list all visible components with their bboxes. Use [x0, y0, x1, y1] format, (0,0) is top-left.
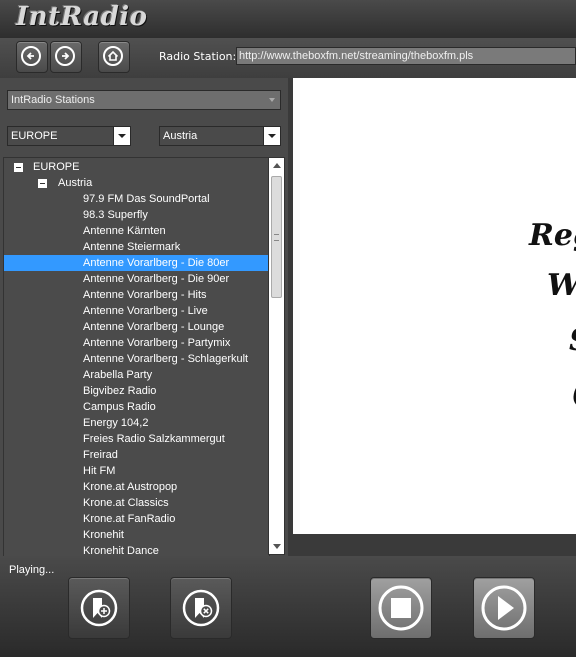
station-item[interactable]: Antenne Steiermark	[4, 239, 269, 255]
forward-button[interactable]	[50, 41, 82, 73]
station-item[interactable]: Antenne Vorarlberg - Lounge	[4, 319, 269, 335]
station-label: Krone.at FanRadio	[83, 513, 176, 525]
back-button[interactable]	[16, 41, 48, 73]
station-item[interactable]: 97.9 FM Das SoundPortal	[4, 191, 269, 207]
home-button[interactable]	[98, 41, 130, 73]
bookmark-add-icon	[80, 589, 118, 627]
title-bar: IntRadio	[0, 0, 576, 38]
station-item[interactable]: Krone.at Classics	[4, 495, 269, 511]
scroll-thumb[interactable]	[271, 176, 282, 298]
play-icon	[481, 585, 527, 631]
station-label: Antenne Vorarlberg - Lounge	[83, 321, 225, 333]
continent-value: EUROPE	[11, 130, 58, 142]
arrow-right-icon	[55, 46, 75, 66]
station-label: Freies Radio Salzkammergut	[83, 433, 225, 445]
stop-icon	[378, 585, 424, 631]
station-item[interactable]: Antenne Vorarlberg - Hits	[4, 287, 269, 303]
station-item[interactable]: Hit FM	[4, 463, 269, 479]
station-item[interactable]: Freies Radio Salzkammergut	[4, 431, 269, 447]
grip-icon	[274, 234, 279, 241]
station-label: Krone.at Classics	[83, 497, 169, 509]
collapse-icon[interactable]	[38, 179, 47, 188]
station-item[interactable]: Antenne Kärnten	[4, 223, 269, 239]
station-item[interactable]: Arabella Party	[4, 367, 269, 383]
toolbar: Radio Station: http://www.theboxfm.net/s…	[0, 38, 576, 78]
playback-status: Playing...	[9, 564, 55, 576]
arrow-left-icon	[21, 46, 41, 66]
tree-scrollbar[interactable]	[268, 157, 285, 555]
home-icon	[103, 46, 123, 66]
preview-text: (	[571, 376, 576, 411]
station-label: Energy 104,2	[83, 417, 149, 429]
station-label: 97.9 FM Das SoundPortal	[83, 193, 210, 205]
station-label: Kronehit Dance	[83, 545, 159, 557]
station-item[interactable]: Krone.at FanRadio	[4, 511, 269, 527]
station-item[interactable]: Antenne Vorarlberg - Schlagerkult	[4, 351, 269, 367]
station-label: Hit FM	[83, 465, 116, 477]
tree-node-continent[interactable]: EUROPE	[4, 159, 269, 175]
player-controls: Playing...	[0, 556, 576, 657]
station-item[interactable]: Antenne Vorarlberg - Die 80er	[4, 255, 269, 271]
station-label: Arabella Party	[83, 369, 153, 381]
station-label: Antenne Vorarlberg - Schlagerkult	[83, 353, 249, 365]
station-label: Antenne Vorarlberg - Die 90er	[83, 273, 230, 285]
station-item[interactable]: Bigvibez Radio	[4, 383, 269, 399]
station-item[interactable]: Krone.at Austropop	[4, 479, 269, 495]
station-label: Antenne Vorarlberg - Partymix	[83, 337, 231, 349]
station-label: Antenne Steiermark	[83, 241, 181, 253]
station-label: Antenne Vorarlberg - Hits	[83, 289, 207, 301]
preview-text: Reg	[529, 218, 576, 253]
chevron-down-icon	[263, 127, 280, 145]
station-url-field[interactable]: http://www.theboxfm.net/streaming/thebox…	[236, 47, 576, 65]
station-item[interactable]: Freirad	[4, 447, 269, 463]
station-label: Antenne Vorarlberg - Die 80er	[83, 257, 230, 269]
play-button[interactable]	[473, 577, 535, 639]
station-item[interactable]: Campus Radio	[4, 399, 269, 415]
tree-node-label: Austria	[58, 177, 93, 189]
station-item[interactable]: Antenne Vorarlberg - Die 90er	[4, 271, 269, 287]
preview-text: S	[569, 323, 576, 358]
country-value: Austria	[163, 130, 198, 142]
add-favorite-button[interactable]	[68, 577, 130, 639]
remove-favorite-button[interactable]	[170, 577, 232, 639]
preview-text: W	[547, 268, 576, 303]
station-item[interactable]: Kronehit	[4, 527, 269, 543]
station-tree: EUROPE Austria 97.9 FM Das SoundPortal 98…	[3, 157, 270, 557]
station-label: Campus Radio	[83, 401, 156, 413]
station-label: Freirad	[83, 449, 118, 461]
station-label: Kronehit	[83, 529, 124, 541]
continent-dropdown[interactable]: EUROPE	[7, 126, 131, 146]
station-source-value: IntRadio Stations	[11, 94, 95, 106]
stop-button[interactable]	[370, 577, 432, 639]
station-label: 98.3 Superfly	[83, 209, 148, 221]
collapse-icon[interactable]	[14, 163, 23, 172]
scroll-down-arrow[interactable]	[273, 544, 281, 549]
station-item[interactable]: Antenne Vorarlberg - Live	[4, 303, 269, 319]
station-label: Bigvibez Radio	[83, 385, 157, 397]
station-source-dropdown[interactable]: IntRadio Stations	[7, 90, 281, 110]
chevron-down-icon	[113, 127, 130, 145]
station-item[interactable]: Energy 104,2	[4, 415, 269, 431]
bookmark-remove-icon	[182, 589, 220, 627]
station-item[interactable]: Antenne Vorarlberg - Partymix	[4, 335, 269, 351]
station-preview-panel: Reg W S (	[293, 78, 576, 534]
tree-node-label: EUROPE	[33, 161, 80, 173]
station-label: Antenne Kärnten	[83, 225, 166, 237]
radio-station-label: Radio Station:	[159, 50, 237, 63]
tree-node-country[interactable]: Austria	[4, 175, 269, 191]
app-logo: IntRadio	[16, 2, 148, 32]
station-item[interactable]: 98.3 Superfly	[4, 207, 269, 223]
country-dropdown[interactable]: Austria	[159, 126, 281, 146]
station-label: Krone.at Austropop	[83, 481, 178, 493]
preview-footer	[293, 534, 576, 556]
scroll-up-arrow[interactable]	[273, 163, 281, 168]
chevron-down-icon	[269, 98, 275, 102]
station-item[interactable]: Kronehit Dance	[4, 543, 269, 557]
station-label: Antenne Vorarlberg - Live	[83, 305, 208, 317]
